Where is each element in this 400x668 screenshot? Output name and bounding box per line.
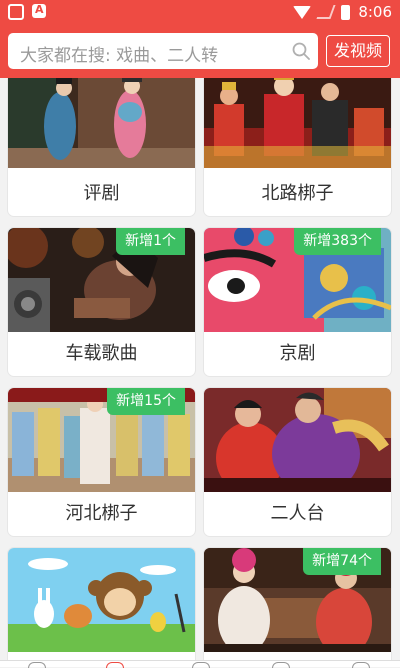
clock: 8:06: [358, 3, 392, 21]
battery-icon: [341, 4, 351, 20]
video-icon[interactable]: [192, 662, 210, 668]
category-card-hebei-bangzi[interactable]: 新增15个 河北梆子: [8, 388, 195, 536]
notification-a-icon: [32, 3, 46, 18]
search-input[interactable]: 大家都在搜: 戏曲、二人转: [8, 33, 318, 69]
category-card-beilu-bangzi[interactable]: 北路梆子: [204, 78, 391, 216]
category-icon[interactable]: [106, 662, 124, 668]
post-video-button[interactable]: 发视频: [326, 35, 390, 67]
new-count-badge: 新增383个: [294, 228, 381, 255]
category-card-peking-opera[interactable]: 新增383个 京剧: [204, 228, 391, 376]
category-name: 京剧: [279, 343, 316, 364]
category-card-opera-duet[interactable]: 新增74个: [204, 548, 391, 667]
category-card-cartoon[interactable]: [8, 548, 195, 667]
wifi-icon: [293, 5, 312, 19]
search-placeholder: 大家都在搜: 戏曲、二人转: [20, 46, 219, 66]
no-signal-icon: [316, 5, 336, 19]
category-card-car-songs[interactable]: 新增1个 车载歌曲: [8, 228, 195, 376]
bottom-nav: [0, 660, 400, 668]
category-thumbnail: [8, 548, 195, 652]
category-name: 评剧: [83, 183, 120, 204]
category-card-errentai[interactable]: 二人台: [204, 388, 391, 536]
category-grid: 评剧 北路梆子 新增1个 车载歌曲 新增383个 京剧 新增15个 河北梆子 二…: [0, 78, 400, 667]
message-icon[interactable]: [272, 662, 290, 668]
top-bar: 大家都在搜: 戏曲、二人转 发视频: [0, 26, 400, 78]
notification-app-icon: [8, 4, 24, 20]
home-icon[interactable]: [28, 662, 46, 668]
profile-icon[interactable]: [352, 662, 370, 668]
new-count-badge: 新增74个: [303, 548, 381, 575]
status-bar: 8:06: [0, 0, 400, 26]
search-icon[interactable]: [292, 42, 310, 60]
category-name: 二人台: [270, 503, 325, 524]
category-name: 车载歌曲: [65, 343, 138, 364]
category-name: 河北梆子: [65, 503, 138, 524]
category-thumbnail: [204, 78, 391, 168]
new-count-badge: 新增15个: [107, 388, 185, 415]
category-thumbnail: [204, 388, 391, 492]
category-thumbnail: [8, 78, 195, 168]
new-count-badge: 新增1个: [116, 228, 185, 255]
category-card-pingju[interactable]: 评剧: [8, 78, 195, 216]
category-name: 北路梆子: [261, 183, 334, 204]
